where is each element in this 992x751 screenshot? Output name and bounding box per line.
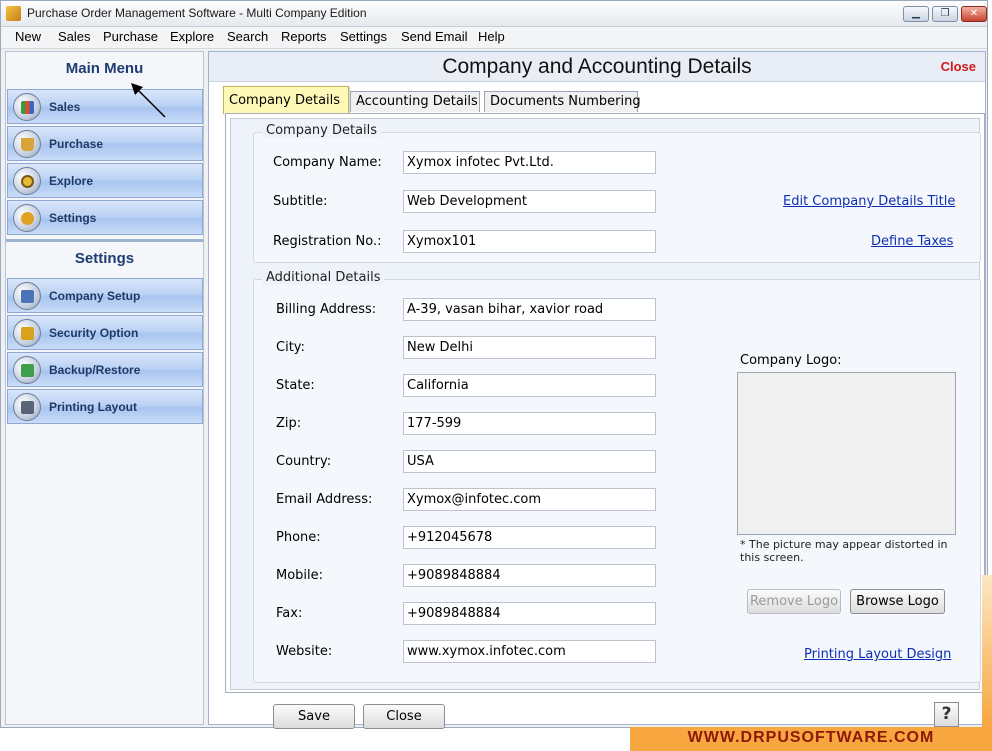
magnifier-icon xyxy=(13,167,41,195)
basket-icon xyxy=(13,130,41,158)
menu-explore[interactable]: Explore xyxy=(170,29,214,44)
close-link[interactable]: Close xyxy=(941,59,976,74)
field-label: Email Address: xyxy=(276,492,373,507)
sidebar-item-printing-layout[interactable]: Printing Layout xyxy=(7,389,203,424)
zip-input[interactable] xyxy=(403,412,656,435)
company-name-input[interactable] xyxy=(403,151,656,174)
mobile-input[interactable] xyxy=(403,564,656,587)
title-bar: Purchase Order Management Software - Mul… xyxy=(1,1,987,27)
website-input[interactable] xyxy=(403,640,656,663)
sidebar: Main Menu Sales Purchase Explore Setting… xyxy=(5,51,204,725)
page-title: Company and Accounting Details xyxy=(442,55,752,78)
field-label: Country: xyxy=(276,454,332,469)
sidebar-divider xyxy=(6,239,203,242)
tab-panel: Company Details Company Name: Subtitle: … xyxy=(225,113,985,693)
window-close-button[interactable]: ✕ xyxy=(961,6,987,22)
menu-sales[interactable]: Sales xyxy=(58,29,91,44)
sidebar-item-settings[interactable]: Settings xyxy=(7,200,203,235)
field-label: Subtitle: xyxy=(273,194,328,209)
save-button[interactable]: Save xyxy=(273,704,355,729)
field-label: Mobile: xyxy=(276,568,324,583)
field-label: Billing Address: xyxy=(276,302,377,317)
remove-logo-button[interactable]: Remove Logo xyxy=(747,589,841,614)
subtitle-input[interactable] xyxy=(403,190,656,213)
field-label: Phone: xyxy=(276,530,321,545)
content-area: Company and Accounting Details Close Com… xyxy=(208,51,986,729)
sidebar-item-label: Settings xyxy=(49,211,97,225)
menu-search[interactable]: Search xyxy=(227,29,268,44)
chart-icon xyxy=(13,93,41,121)
registration-no-input[interactable] xyxy=(403,230,656,253)
sidebar-item-security-option[interactable]: Security Option xyxy=(7,315,203,350)
brand-stripe xyxy=(982,575,992,727)
field-label: Company Name: xyxy=(273,155,382,170)
state-input[interactable] xyxy=(403,374,656,397)
sidebar-item-label: Company Setup xyxy=(49,289,141,303)
settings-title: Settings xyxy=(74,250,135,267)
additional-details-group: Additional Details Billing Address: City… xyxy=(253,270,981,683)
window-title: Purchase Order Management Software - Mul… xyxy=(27,6,367,20)
field-label: City: xyxy=(276,340,305,355)
phone-input[interactable] xyxy=(403,526,656,549)
menu-new[interactable]: New xyxy=(15,29,41,44)
email-address-input[interactable] xyxy=(403,488,656,511)
building-icon xyxy=(13,282,41,310)
sidebar-item-label: Purchase xyxy=(49,137,104,151)
tab-accounting-details[interactable]: Accounting Details xyxy=(350,91,480,112)
company-logo-label: Company Logo: xyxy=(740,353,842,368)
company-details-group: Company Details Company Name: Subtitle: … xyxy=(253,123,981,263)
company-logo-preview xyxy=(737,372,956,535)
sidebar-item-label: Security Option xyxy=(49,326,139,340)
brand-banner: WWW.DRPUSOFTWARE.COM xyxy=(630,727,992,751)
main-menu-title: Main Menu xyxy=(65,60,144,77)
define-taxes-link[interactable]: Define Taxes xyxy=(871,234,953,249)
tab-documents-numbering[interactable]: Documents Numbering xyxy=(484,91,641,112)
menu-settings[interactable]: Settings xyxy=(340,29,387,44)
menu-purchase[interactable]: Purchase xyxy=(103,29,158,44)
menu-reports[interactable]: Reports xyxy=(281,29,327,44)
field-label: Registration No.: xyxy=(273,234,382,249)
lock-icon xyxy=(13,319,41,347)
city-input[interactable] xyxy=(403,336,656,359)
brand-text: WWW.DRPUSOFTWARE.COM xyxy=(687,729,935,746)
menu-send-email[interactable]: Send Email xyxy=(401,29,467,44)
field-label: Website: xyxy=(276,644,333,659)
content-header: Company and Accounting Details Close xyxy=(209,52,985,82)
fax-input[interactable] xyxy=(403,602,656,625)
sidebar-item-label: Backup/Restore xyxy=(49,363,141,377)
menu-help[interactable]: Help xyxy=(478,29,505,44)
printer-icon xyxy=(13,393,41,421)
application-window: Purchase Order Management Software - Mul… xyxy=(0,0,988,729)
sidebar-item-explore[interactable]: Explore xyxy=(7,163,203,198)
sidebar-item-label: Printing Layout xyxy=(49,400,137,414)
field-label: State: xyxy=(276,378,315,393)
sidebar-item-purchase[interactable]: Purchase xyxy=(7,126,203,161)
field-label: Zip: xyxy=(276,416,302,431)
tab-company-details[interactable]: Company Details xyxy=(223,86,349,114)
group-title: Additional Details xyxy=(262,270,385,285)
field-label: Fax: xyxy=(276,606,303,621)
country-input[interactable] xyxy=(403,450,656,473)
disk-icon xyxy=(13,356,41,384)
app-icon xyxy=(6,6,21,21)
sidebar-item-label: Sales xyxy=(49,100,81,114)
sidebar-item-label: Explore xyxy=(49,174,94,188)
tab-panel-inner: Company Details Company Name: Subtitle: … xyxy=(230,118,981,690)
printing-layout-design-link[interactable]: Printing Layout Design xyxy=(804,647,951,662)
billing-address-input[interactable] xyxy=(403,298,656,321)
close-button[interactable]: Close xyxy=(363,704,445,729)
browse-logo-button[interactable]: Browse Logo xyxy=(850,589,945,614)
help-button[interactable]: ? xyxy=(934,702,959,727)
maximize-button[interactable]: ❐ xyxy=(932,6,958,22)
sidebar-item-backup-restore[interactable]: Backup/Restore xyxy=(7,352,203,387)
pointer-arrow-icon xyxy=(131,83,166,118)
minimize-button[interactable]: ▁ xyxy=(903,6,929,22)
edit-company-details-title-link[interactable]: Edit Company Details Title xyxy=(783,194,955,209)
logo-note: * The picture may appear distorted in th… xyxy=(740,538,948,564)
gear-icon xyxy=(13,204,41,232)
group-title: Company Details xyxy=(262,123,382,138)
menu-bar: New Sales Purchase Explore Search Report… xyxy=(1,27,987,49)
sidebar-item-company-setup[interactable]: Company Setup xyxy=(7,278,203,313)
sidebar-item-sales[interactable]: Sales xyxy=(7,89,203,124)
